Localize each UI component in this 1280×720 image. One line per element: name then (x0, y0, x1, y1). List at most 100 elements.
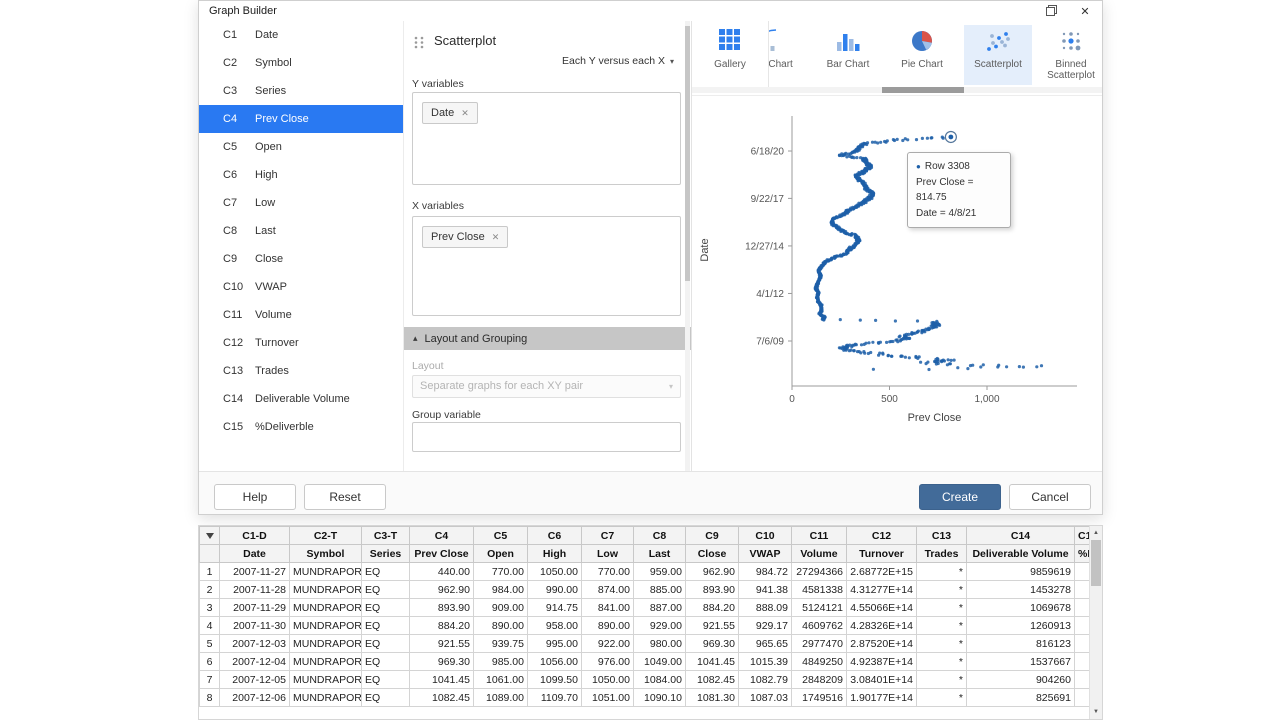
cell[interactable]: 9859619 (967, 563, 1075, 581)
cell[interactable]: 4849250 (792, 653, 847, 671)
cell[interactable]: 2007-12-06 (220, 689, 290, 707)
column-item-c12[interactable]: C12Turnover (199, 329, 403, 357)
cell[interactable]: EQ (362, 671, 410, 689)
cancel-button[interactable]: Cancel (1009, 484, 1091, 510)
cell[interactable]: 2007-12-04 (220, 653, 290, 671)
cell[interactable]: 1089.00 (474, 689, 528, 707)
col-name-series[interactable]: Series (362, 545, 410, 563)
cell[interactable]: MUNDRAPORT (290, 563, 362, 581)
cell[interactable]: 884.20 (686, 599, 739, 617)
cell[interactable]: 1050.00 (582, 671, 634, 689)
cell[interactable]: 1015.39 (739, 653, 792, 671)
cell[interactable]: 3.08401E+14 (847, 671, 917, 689)
cell[interactable]: EQ (362, 653, 410, 671)
gallery-item-gallery[interactable]: Gallery (692, 21, 769, 87)
col-name-vwap[interactable]: VWAP (739, 545, 792, 563)
cell[interactable]: 1082.79 (739, 671, 792, 689)
cell[interactable]: 1260913 (967, 617, 1075, 635)
column-item-c2[interactable]: C2Symbol (199, 49, 403, 77)
cell[interactable]: 1090.10 (634, 689, 686, 707)
cell[interactable]: MUNDRAPORT (290, 635, 362, 653)
gallery-scrollbar[interactable] (692, 87, 1102, 93)
cell[interactable]: EQ (362, 599, 410, 617)
cell[interactable]: 1537667 (967, 653, 1075, 671)
col-name-open[interactable]: Open (474, 545, 528, 563)
cell[interactable]: MUNDRAPORT (290, 689, 362, 707)
cell[interactable]: MUNDRAPORT (290, 617, 362, 635)
cell[interactable]: MUNDRAPORT (290, 599, 362, 617)
cell[interactable]: 914.75 (528, 599, 582, 617)
col-name-low[interactable]: Low (582, 545, 634, 563)
cell[interactable]: 1082.45 (686, 671, 739, 689)
col-header-c14[interactable]: C14 (967, 527, 1075, 545)
column-item-c14[interactable]: C14Deliverable Volume (199, 385, 403, 413)
cell[interactable]: 2007-11-29 (220, 599, 290, 617)
col-header-c7[interactable]: C7 (582, 527, 634, 545)
cell[interactable]: 921.55 (686, 617, 739, 635)
col-name-trades[interactable]: Trades (917, 545, 967, 563)
row-number[interactable]: 5 (200, 635, 220, 653)
cell[interactable]: 1061.00 (474, 671, 528, 689)
col-name-last[interactable]: Last (634, 545, 686, 563)
col-name-deliverable-volume[interactable]: Deliverable Volume (967, 545, 1075, 563)
cell[interactable]: 1051.00 (582, 689, 634, 707)
cell[interactable]: 1087.03 (739, 689, 792, 707)
cell[interactable]: 1453278 (967, 581, 1075, 599)
row-number[interactable]: 1 (200, 563, 220, 581)
x-variable-chip[interactable]: Prev Close ✕ (422, 226, 508, 248)
cell[interactable]: EQ (362, 617, 410, 635)
dialog-titlebar[interactable]: Graph Builder ✕ (199, 1, 1102, 21)
column-item-c3[interactable]: C3Series (199, 77, 403, 105)
cell[interactable]: 1084.00 (634, 671, 686, 689)
chip-remove-icon[interactable]: ✕ (461, 108, 469, 119)
cell[interactable]: 770.00 (582, 563, 634, 581)
gallery-item-scatterplot[interactable]: Scatterplot (964, 25, 1032, 85)
cell[interactable]: 4.28326E+14 (847, 617, 917, 635)
cell[interactable]: 969.30 (410, 653, 474, 671)
reset-button[interactable]: Reset (304, 484, 386, 510)
col-header-c8[interactable]: C8 (634, 527, 686, 545)
cell[interactable]: EQ (362, 563, 410, 581)
column-item-c10[interactable]: C10VWAP (199, 273, 403, 301)
cell[interactable]: 1041.45 (686, 653, 739, 671)
gallery-item-binned-scatterplot[interactable]: Binned Scatterplot (1037, 25, 1102, 85)
y-variables-box[interactable]: Date ✕ (412, 92, 681, 185)
highlighted-point[interactable] (948, 135, 953, 140)
cell[interactable]: 884.20 (410, 617, 474, 635)
cell[interactable]: 976.00 (582, 653, 634, 671)
cell[interactable]: 1.90177E+14 (847, 689, 917, 707)
col-name-symbol[interactable]: Symbol (290, 545, 362, 563)
cell[interactable]: 1082.45 (410, 689, 474, 707)
col-name-volume[interactable]: Volume (792, 545, 847, 563)
cell[interactable]: 904260 (967, 671, 1075, 689)
scroll-down-icon[interactable]: ▼ (1090, 705, 1102, 719)
row-number[interactable]: 6 (200, 653, 220, 671)
cell[interactable]: 1050.00 (528, 563, 582, 581)
cell[interactable]: 1749516 (792, 689, 847, 707)
cell[interactable]: 962.90 (410, 581, 474, 599)
cell[interactable]: 965.65 (739, 635, 792, 653)
cell[interactable]: 969.30 (686, 635, 739, 653)
cell[interactable]: 1081.30 (686, 689, 739, 707)
cell[interactable]: 770.00 (474, 563, 528, 581)
cell[interactable]: 995.00 (528, 635, 582, 653)
column-item-c15[interactable]: C15%Deliverble (199, 413, 403, 441)
cell[interactable]: 929.17 (739, 617, 792, 635)
col-name-close[interactable]: Close (686, 545, 739, 563)
close-button[interactable]: ✕ (1068, 1, 1102, 21)
cell[interactable]: 885.00 (634, 581, 686, 599)
cell[interactable]: 825691 (967, 689, 1075, 707)
col-header-c3-t[interactable]: C3-T (362, 527, 410, 545)
cell[interactable]: 4609762 (792, 617, 847, 635)
column-item-c5[interactable]: C5Open (199, 133, 403, 161)
cell[interactable]: * (917, 671, 967, 689)
column-item-c11[interactable]: C11Volume (199, 301, 403, 329)
cell[interactable]: 990.00 (528, 581, 582, 599)
row-number[interactable]: 7 (200, 671, 220, 689)
cell[interactable]: 841.00 (582, 599, 634, 617)
cell[interactable]: 941.38 (739, 581, 792, 599)
cell[interactable]: 888.09 (739, 599, 792, 617)
worksheet-select-all-cell[interactable] (200, 527, 220, 545)
cell[interactable]: EQ (362, 689, 410, 707)
cell[interactable]: 27294366 (792, 563, 847, 581)
